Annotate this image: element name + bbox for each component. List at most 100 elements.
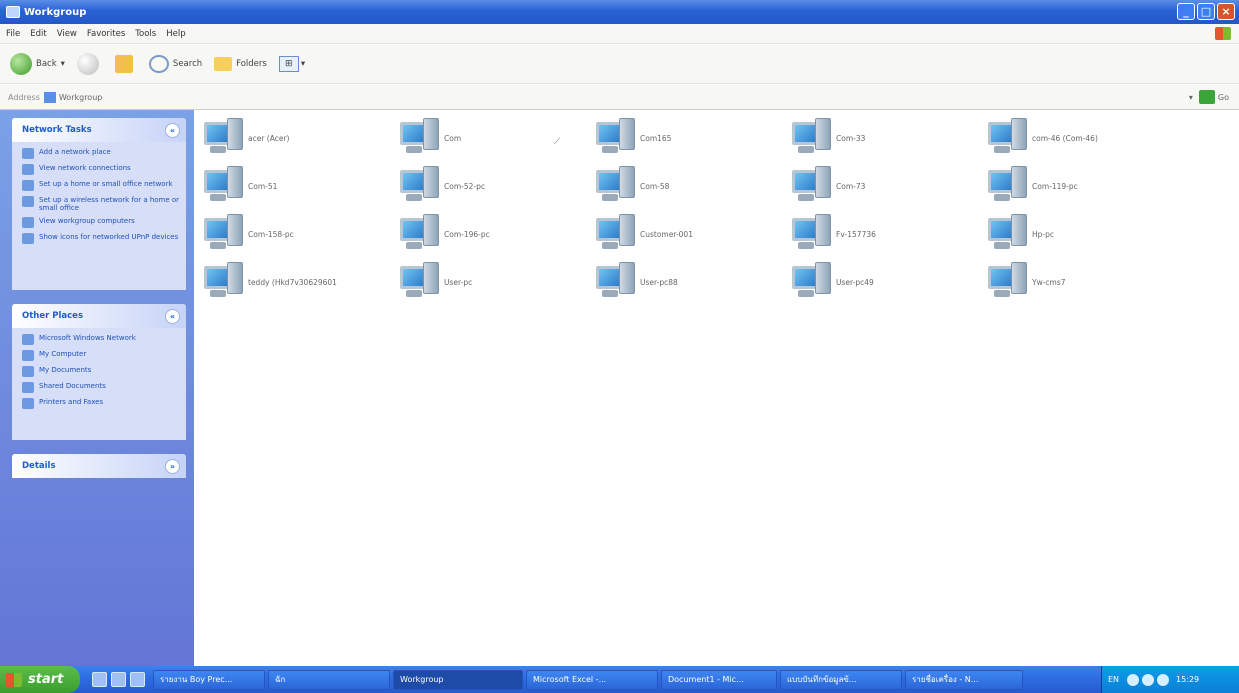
computer-name: Com-119-pc: [1032, 181, 1078, 191]
folder-icon: [214, 57, 233, 71]
task-view-network-connections[interactable]: View network connections: [22, 164, 180, 175]
computer-icon: [790, 118, 834, 158]
close-button[interactable]: ×: [1217, 3, 1235, 20]
place-my-computer[interactable]: My Computer: [22, 350, 180, 361]
place-label: My Documents: [39, 366, 92, 374]
panel-title: Details: [22, 461, 56, 471]
views-button[interactable]: ⊞ ▾: [278, 56, 305, 72]
upnp-device-icon: [22, 233, 34, 244]
task-setup-home-network[interactable]: Set up a home or small office network: [22, 180, 180, 191]
taskbar-button[interactable]: ฉัก: [268, 669, 390, 690]
task-show-upnp-icons[interactable]: Show icons for networked UPnP devices: [22, 233, 180, 244]
computer-icon: [594, 262, 638, 302]
computer-icon: [986, 262, 1030, 302]
computer-item[interactable]: Hp-pc: [986, 208, 1176, 260]
computer-item[interactable]: acer (Acer): [202, 112, 392, 164]
address-label: Address: [8, 92, 40, 102]
computer-item[interactable]: Com-51: [202, 160, 392, 212]
menu-edit[interactable]: Edit: [30, 29, 46, 39]
back-button[interactable]: Back ▾: [10, 53, 65, 75]
maximize-button[interactable]: □: [1197, 3, 1215, 20]
collapse-icon[interactable]: «: [165, 122, 180, 138]
computer-icon: [398, 118, 442, 158]
start-button[interactable]: start: [0, 666, 80, 693]
computer-item[interactable]: com-46 (Com-46): [986, 112, 1176, 164]
volume-icon[interactable]: [1157, 673, 1170, 686]
taskbar-button-workgroup[interactable]: Workgroup: [393, 669, 523, 690]
computer-item[interactable]: Customer-001: [594, 208, 784, 260]
workgroup-icon: [22, 217, 34, 228]
other-places-header[interactable]: Other Places «: [12, 304, 186, 328]
up-button[interactable]: [114, 55, 137, 73]
forward-button[interactable]: [76, 53, 103, 75]
computer-item[interactable]: Com165: [594, 112, 784, 164]
taskbar-button[interactable]: แบบบันทึกข้อมูลข้...: [780, 669, 902, 690]
computer-item[interactable]: Com-73: [790, 160, 980, 212]
computer-item[interactable]: Com-52-pc: [398, 160, 588, 212]
search-icon: [148, 55, 169, 73]
menu-tools[interactable]: Tools: [135, 29, 156, 39]
show-desktop-icon[interactable]: [92, 672, 107, 687]
computer-item[interactable]: Com-119-pc: [986, 160, 1176, 212]
expand-icon[interactable]: »: [165, 458, 180, 474]
computer-item[interactable]: User-pc: [398, 256, 588, 308]
menu-view[interactable]: View: [57, 29, 77, 39]
clock[interactable]: 15:29: [1176, 675, 1199, 684]
computer-item[interactable]: Com-33: [790, 112, 980, 164]
taskbar-button[interactable]: Document1 - Mic...: [661, 669, 777, 690]
go-button[interactable]: Go: [1218, 93, 1229, 102]
network-folder-icon: [6, 6, 20, 18]
quick-launch-app-icon[interactable]: [111, 672, 126, 687]
task-label: Add a network place: [39, 148, 111, 156]
task-view-workgroup-computers[interactable]: View workgroup computers: [22, 217, 180, 228]
panel-title: Network Tasks: [22, 125, 92, 135]
menu-help[interactable]: Help: [166, 29, 185, 39]
network-status-icon[interactable]: [1142, 673, 1155, 686]
go-arrow-icon[interactable]: [1198, 90, 1215, 104]
taskbar-button[interactable]: Microsoft Excel -...: [526, 669, 658, 690]
taskbar-button[interactable]: รายชื่อเครื่อง - N...: [905, 669, 1023, 690]
address-input[interactable]: Workgroup: [59, 93, 103, 102]
computer-name: Customer-001: [640, 229, 693, 239]
menu-favorites[interactable]: Favorites: [87, 29, 125, 39]
details-header[interactable]: Details »: [12, 454, 186, 478]
task-setup-wireless-network[interactable]: Set up a wireless network for a home or …: [22, 196, 180, 212]
computer-icon: [594, 166, 638, 206]
computer-item[interactable]: Yw-cms7: [986, 256, 1176, 308]
place-printers-faxes[interactable]: Printers and Faxes: [22, 398, 180, 409]
network-tasks-panel: Network Tasks « Add a network place View …: [12, 118, 186, 290]
computer-item[interactable]: User-pc49: [790, 256, 980, 308]
search-label: Search: [172, 59, 203, 69]
language-indicator[interactable]: EN: [1108, 675, 1119, 684]
search-button[interactable]: Search: [148, 55, 203, 73]
computer-icon: [986, 214, 1030, 254]
system-tray: EN 15:29: [1101, 666, 1239, 693]
taskbar: start รายงาน Boy Prec... ฉัก Workgroup M…: [0, 666, 1239, 693]
computer-name: User-pc88: [640, 277, 678, 287]
menu-file[interactable]: File: [6, 29, 20, 39]
minimize-button[interactable]: _: [1177, 3, 1195, 20]
place-shared-documents[interactable]: Shared Documents: [22, 382, 180, 393]
computer-item[interactable]: Fv-157736: [790, 208, 980, 260]
explorer-window: Workgroup _ □ × File Edit View Favorites…: [0, 0, 1239, 693]
computer-icon: [594, 118, 638, 158]
computer-item[interactable]: teddy (Hkd7v30629601: [202, 256, 392, 308]
task-add-network-place[interactable]: Add a network place: [22, 148, 180, 159]
address-dropdown-icon[interactable]: ▾: [1189, 93, 1193, 102]
quick-launch-app-icon[interactable]: [130, 672, 145, 687]
tray-app-icon[interactable]: [1127, 673, 1140, 686]
up-folder-icon: [114, 55, 133, 73]
collapse-icon[interactable]: «: [165, 308, 180, 324]
computer-item[interactable]: Com-196-pc: [398, 208, 588, 260]
taskbar-button[interactable]: รายงาน Boy Prec...: [153, 669, 265, 690]
folders-button[interactable]: Folders: [214, 57, 267, 71]
computer-item[interactable]: Com-158-pc: [202, 208, 392, 260]
place-microsoft-windows-network[interactable]: Microsoft Windows Network: [22, 334, 180, 345]
quick-launch: [92, 672, 145, 687]
network-tasks-header[interactable]: Network Tasks «: [12, 118, 186, 142]
place-my-documents[interactable]: My Documents: [22, 366, 180, 377]
computer-name: User-pc: [444, 277, 473, 287]
computer-item[interactable]: User-pc88: [594, 256, 784, 308]
computer-icon: [790, 262, 834, 302]
computer-item[interactable]: Com-58: [594, 160, 784, 212]
